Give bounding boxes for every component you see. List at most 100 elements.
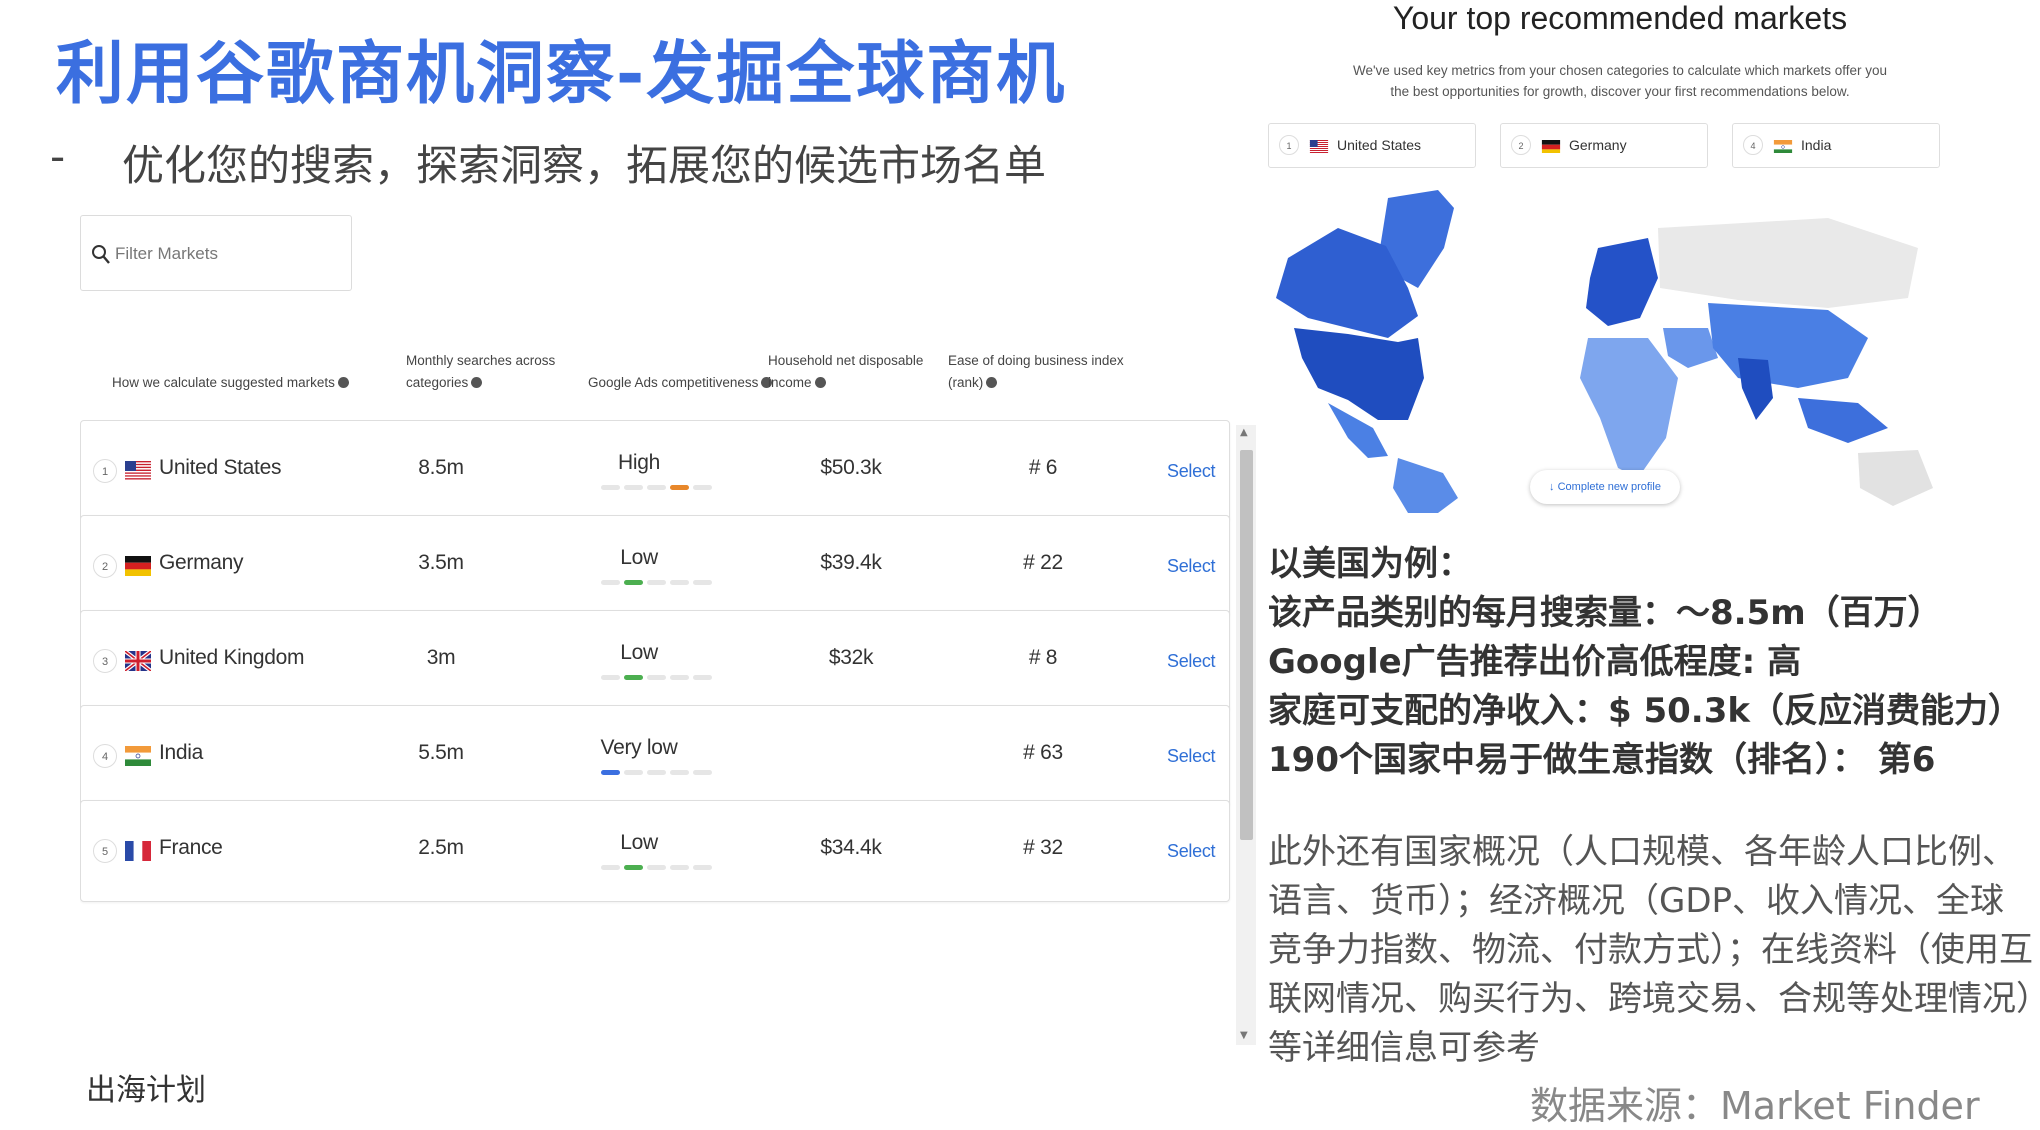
- household-income: $34.4k: [820, 836, 882, 859]
- example-summary: 以美国为例： 该产品类别的每月搜索量：～8.5m（百万） Google广告推荐出…: [1268, 540, 2022, 785]
- map-region-south-america: [1393, 458, 1458, 513]
- meter-segment: [624, 865, 643, 870]
- scroll-up-arrow[interactable]: ▲: [1240, 427, 1248, 438]
- competitiveness-meter: [601, 865, 713, 871]
- flag-uk-icon: [125, 651, 151, 671]
- meter-segment: [601, 485, 620, 490]
- household-income: $50.3k: [820, 456, 882, 479]
- rank-number: 2: [1511, 135, 1531, 155]
- scroll-down-arrow[interactable]: ▼: [1240, 1030, 1248, 1041]
- table-row[interactable]: 1 United States 8.5m High $50.3k # 6 Select: [80, 420, 1230, 522]
- meter-segment: [601, 675, 620, 680]
- map-region-africa: [1580, 338, 1678, 478]
- recommend-description: We've used key metrics from your chosen …: [1352, 63, 1888, 99]
- meter-segment: [601, 770, 620, 775]
- recommend-chip[interactable]: 4 India: [1732, 123, 1940, 168]
- meter-segment: [601, 865, 620, 870]
- meter-segment: [647, 675, 666, 680]
- complete-profile-button[interactable]: ↓ Complete new profile: [1530, 470, 1680, 504]
- info-icon[interactable]: [471, 376, 483, 388]
- chip-country: India: [1801, 137, 1832, 153]
- chip-country: Germany: [1569, 137, 1627, 153]
- world-map[interactable]: [1268, 188, 1960, 513]
- info-icon[interactable]: [986, 376, 998, 388]
- meter-segment: [624, 770, 643, 775]
- meter-segment: [693, 865, 712, 870]
- table-row[interactable]: 5 France 2.5m Low $34.4k # 32 Select: [80, 800, 1230, 902]
- flag-fr-icon: [125, 841, 151, 861]
- ease-of-business-rank: # 63: [1023, 741, 1063, 764]
- flag-in-icon: [1773, 139, 1793, 153]
- select-market-button[interactable]: Select: [1167, 651, 1216, 672]
- map-region-usa: [1294, 328, 1424, 420]
- flag-de-icon: [125, 556, 151, 576]
- map-region-india: [1738, 358, 1773, 420]
- summary-line: 190个国家中易于做生意指数（排名）： 第6: [1268, 740, 1936, 780]
- subtitle-bullet: -: [50, 132, 66, 181]
- monthly-searches: 2.5m: [418, 836, 464, 859]
- recommend-title: Your top recommended markets: [1392, 0, 1848, 36]
- filter-markets-box[interactable]: [80, 215, 352, 291]
- map-region-australia: [1858, 450, 1933, 506]
- meter-segment: [693, 675, 712, 680]
- monthly-searches: 3.5m: [418, 551, 464, 574]
- rank-number: 1: [1279, 135, 1299, 155]
- scrollbar-thumb[interactable]: [1240, 450, 1253, 840]
- ease-of-business-rank: # 6: [1028, 456, 1058, 479]
- map-region-middle-east: [1663, 328, 1718, 368]
- rank-number: 4: [1743, 135, 1763, 155]
- info-icon[interactable]: [337, 376, 349, 388]
- recommend-chip[interactable]: 2 Germany: [1500, 123, 1708, 168]
- competitiveness-meter: [601, 485, 713, 491]
- household-income: $39.4k: [820, 551, 882, 574]
- competitiveness-label: Low: [620, 641, 658, 664]
- meter-segment: [647, 770, 666, 775]
- column-header-competitiveness: Google Ads competitiveness: [588, 372, 773, 394]
- search-icon: [92, 245, 110, 264]
- country-name: India: [159, 741, 204, 764]
- competitiveness-label: Low: [620, 546, 658, 569]
- ease-of-business-rank: # 32: [1023, 836, 1063, 859]
- household-income: $32k: [828, 646, 874, 669]
- select-market-button[interactable]: Select: [1167, 556, 1216, 577]
- rank-number: 5: [93, 839, 117, 863]
- rank-number: 1: [93, 459, 117, 483]
- meter-segment: [624, 675, 643, 680]
- meter-segment: [693, 770, 712, 775]
- meter-segment: [647, 580, 666, 585]
- extra-info-paragraph: 此外还有国家概况（人口规模、各年龄人口比例、语言、货币）；经济概况（GDP、收入…: [1268, 832, 2033, 1068]
- country-name: United States: [159, 456, 282, 479]
- table-row[interactable]: 4 India 5.5m Very low # 63 Select: [80, 705, 1230, 807]
- map-region-asia: [1708, 303, 1868, 388]
- ease-of-business-rank: # 22: [1023, 551, 1063, 574]
- meter-segment: [647, 865, 666, 870]
- meter-segment: [670, 675, 689, 680]
- map-region-russia: [1658, 218, 1918, 308]
- column-header-how[interactable]: How we calculate suggested markets: [112, 372, 349, 394]
- column-header-searches: Monthly searches across categories: [406, 353, 556, 390]
- slide-title: 利用谷歌商机洞察-发掘全球商机: [56, 35, 1067, 114]
- meter-segment: [624, 580, 643, 585]
- flag-de-icon: [1541, 139, 1561, 153]
- select-market-button[interactable]: Select: [1167, 461, 1216, 482]
- table-row[interactable]: 2 Germany 3.5m Low $39.4k # 22 Select: [80, 515, 1230, 617]
- competitiveness-label: Low: [620, 831, 658, 854]
- summary-line: 以美国为例：: [1268, 544, 1472, 584]
- competitiveness-meter: [601, 770, 713, 776]
- filter-markets-input[interactable]: [113, 238, 337, 270]
- recommend-chip[interactable]: 1 United States: [1268, 123, 1476, 168]
- meter-segment: [693, 485, 712, 490]
- select-market-button[interactable]: Select: [1167, 746, 1216, 767]
- meter-segment: [624, 485, 643, 490]
- country-name: United Kingdom: [159, 646, 305, 669]
- info-icon[interactable]: [814, 376, 826, 388]
- ease-of-business-rank: # 8: [1028, 646, 1058, 669]
- rank-number: 3: [93, 649, 117, 673]
- monthly-searches: 5.5m: [418, 741, 464, 764]
- table-row[interactable]: 3 United Kingdom 3m Low $32k # 8 Select: [80, 610, 1230, 712]
- select-market-button[interactable]: Select: [1167, 841, 1216, 862]
- footer-label: 出海计划: [86, 1073, 206, 1108]
- flag-in-icon: [125, 746, 151, 766]
- markets-table: 1 United States 8.5m High $50.3k # 6 Select 2 Ge…: [80, 420, 1250, 1040]
- competitiveness-label: Very low: [600, 736, 678, 759]
